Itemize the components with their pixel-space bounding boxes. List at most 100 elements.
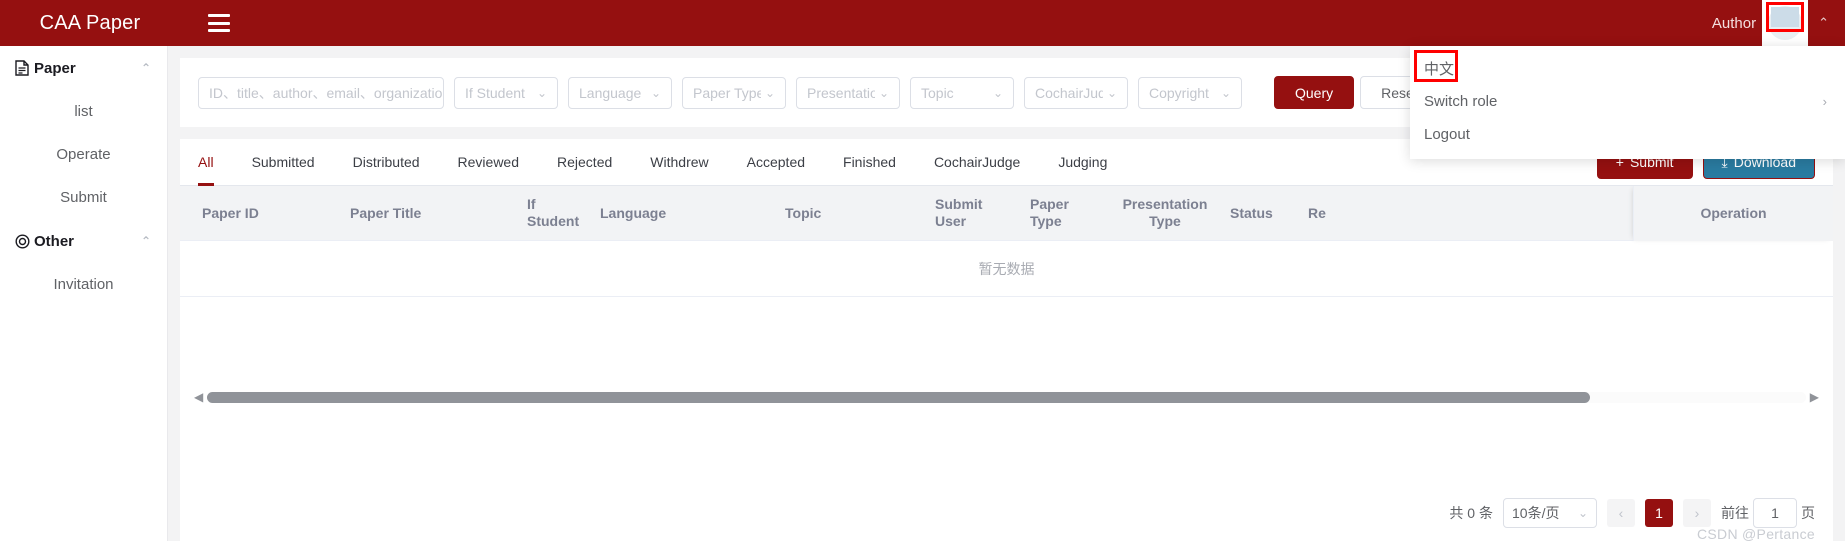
horizontal-scrollbar[interactable]: ◀ ▶	[180, 386, 1833, 408]
search-input[interactable]: ID、title、author、email、organization	[198, 76, 444, 109]
sidebar-item-list[interactable]: list	[0, 90, 167, 133]
tab-label: Withdrew	[650, 153, 709, 170]
chevron-down-icon: ⌄	[764, 85, 775, 100]
sidebar-group-paper[interactable]: Paper ⌃	[0, 46, 167, 90]
page-jump-input[interactable]: 1	[1753, 498, 1797, 528]
sidebar-group-label: Other	[34, 232, 75, 250]
sidebar-group-label: Paper	[34, 59, 76, 77]
pagination-total: 共 0 条	[1449, 505, 1493, 521]
tab-label: Distributed	[352, 153, 420, 170]
column-header-topic[interactable]: Topic	[775, 205, 925, 222]
select-if-student[interactable]: If Student ⌄	[454, 76, 558, 109]
tab-label: Finished	[843, 153, 896, 170]
tab-withdrew[interactable]: Withdrew	[650, 139, 708, 186]
column-header-operation: Operation	[1700, 205, 1767, 221]
chevron-down-icon: ⌄	[1106, 85, 1117, 100]
sidebar-item-label: list	[74, 103, 93, 120]
prev-page-button[interactable]: ‹	[1607, 499, 1635, 527]
sidebar-item-invitation[interactable]: Invitation	[0, 263, 167, 306]
column-header-paper-type[interactable]: Paper Type	[1020, 196, 1110, 230]
paper-table: Paper ID Paper Title If Student Language…	[180, 186, 1833, 386]
menu-item-logout[interactable]: Logout	[1410, 118, 1845, 151]
chevron-down-icon: ⌄	[992, 85, 1003, 100]
hamburger-icon[interactable]	[208, 14, 230, 32]
top-bar-right: Author ⌃	[1712, 0, 1845, 46]
chevron-up-icon[interactable]: ⌃	[1818, 15, 1829, 31]
select-label: Presentation	[807, 84, 875, 101]
next-page-button[interactable]: ›	[1683, 499, 1711, 527]
chevron-down-icon: ⌄	[650, 85, 661, 100]
tab-distributed[interactable]: Distributed	[353, 139, 420, 186]
scrollbar-track[interactable]	[207, 391, 1806, 403]
tab-submitted[interactable]: Submitted	[252, 139, 315, 186]
menu-item-label: Logout	[1424, 126, 1470, 143]
chevron-right-icon: ›	[1822, 94, 1827, 109]
document-icon	[12, 60, 32, 76]
chevron-up-icon: ⌃	[140, 61, 151, 75]
column-header-if-student[interactable]: If Student	[505, 196, 590, 230]
select-topic[interactable]: Topic ⌄	[910, 76, 1014, 109]
column-header-re[interactable]: Re	[1298, 205, 1358, 222]
column-header-language[interactable]: Language	[590, 205, 775, 222]
tab-rejected[interactable]: Rejected	[557, 139, 612, 186]
pagination: 共 0 条 10条/页 ⌄ ‹ 1 › 前往 1 页	[1449, 498, 1815, 528]
sidebar-item-label: Submit	[60, 189, 107, 206]
page-jump-prefix: 前往	[1721, 505, 1749, 521]
column-header-status[interactable]: Status	[1220, 205, 1298, 222]
watermark: CSDN @Pertance	[1696, 526, 1815, 542]
tab-cochairjudge[interactable]: CochairJudge	[934, 139, 1020, 186]
avatar[interactable]	[1762, 0, 1809, 46]
top-bar: CAA Paper Author ⌃	[0, 0, 1845, 46]
sidebar-item-operate[interactable]: Operate	[0, 133, 167, 176]
tab-accepted[interactable]: Accepted	[747, 139, 805, 186]
select-paper-type[interactable]: Paper Type ⌄	[682, 76, 786, 109]
tab-reviewed[interactable]: Reviewed	[458, 139, 519, 186]
user-dropdown-menu: 中文 Switch role › Logout	[1410, 46, 1845, 159]
select-label: Copyright	[1149, 84, 1209, 101]
page-number-1[interactable]: 1	[1645, 499, 1673, 527]
page-jump: 前往 1 页	[1721, 498, 1815, 528]
menu-item-label: 中文	[1424, 61, 1455, 78]
menu-item-switch-role[interactable]: Switch role ›	[1410, 85, 1845, 118]
search-input-placeholder: ID、title、author、email、organization	[209, 84, 444, 101]
chevron-down-icon: ⌄	[536, 85, 547, 100]
tab-label: Accepted	[746, 153, 806, 170]
select-label: Paper Type	[693, 84, 761, 101]
menu-item-label: Switch role	[1424, 93, 1498, 110]
tab-finished[interactable]: Finished	[843, 139, 896, 186]
page-jump-suffix: 页	[1801, 505, 1815, 521]
select-label: CochairJudg	[1035, 84, 1103, 101]
select-cochair-judge[interactable]: CochairJudg ⌄	[1024, 76, 1128, 109]
tab-label: All	[198, 153, 214, 170]
scrollbar-thumb[interactable]	[207, 391, 1590, 403]
sidebar-item-label: Operate	[56, 146, 111, 163]
column-header-submit-user[interactable]: Submit User	[925, 196, 1020, 230]
tab-judging[interactable]: Judging	[1058, 139, 1107, 186]
page-size-label: 10条/页	[1512, 505, 1560, 521]
sidebar-item-submit[interactable]: Submit	[0, 176, 167, 219]
app-brand: CAA Paper	[39, 11, 141, 34]
scroll-right-icon[interactable]: ▶	[1810, 390, 1819, 404]
select-presentation-type[interactable]: Presentation ⌄	[796, 76, 900, 109]
select-copyright[interactable]: Copyright ⌄	[1138, 76, 1242, 109]
target-icon	[12, 233, 32, 249]
chevron-down-icon: ⌄	[878, 85, 889, 100]
chevron-down-icon: ⌄	[1577, 506, 1588, 520]
chevron-up-icon: ⌃	[140, 234, 151, 248]
sidebar-group-other[interactable]: Other ⌃	[0, 219, 167, 263]
scroll-left-icon[interactable]: ◀	[194, 390, 203, 404]
menu-item-chinese[interactable]: 中文	[1410, 52, 1845, 85]
column-header-presentation-type[interactable]: Presentation Type	[1110, 196, 1220, 230]
select-label: Topic	[921, 84, 954, 101]
select-label: If Student	[465, 84, 525, 101]
select-label: Language	[579, 84, 642, 101]
page-size-select[interactable]: 10条/页 ⌄	[1503, 498, 1597, 528]
select-language[interactable]: Language ⌄	[568, 76, 672, 109]
column-header-paper-id[interactable]: Paper ID	[180, 205, 340, 222]
column-header-paper-title[interactable]: Paper Title	[340, 205, 505, 222]
tab-label: CochairJudge	[933, 153, 1021, 170]
tab-all[interactable]: All	[198, 139, 214, 186]
tab-label: Submitted	[251, 153, 315, 170]
query-button[interactable]: Query	[1274, 76, 1355, 109]
avatar-highlight-box	[1766, 2, 1805, 32]
